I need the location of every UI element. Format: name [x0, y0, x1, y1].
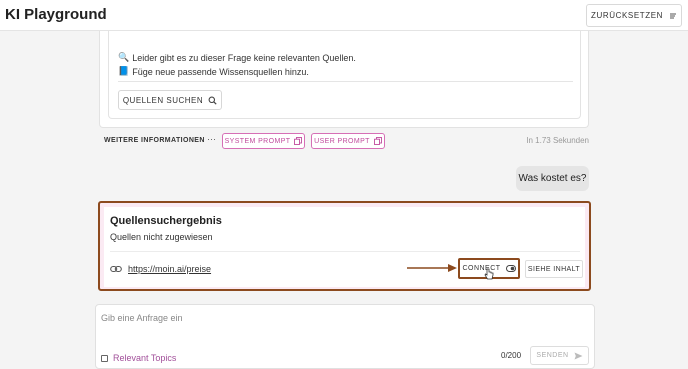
toggle-icon [505, 265, 516, 272]
magnifier-emoji-icon: 🔍 [118, 52, 130, 62]
user-prompt-label: USER PROMPT [314, 137, 370, 145]
answer-content-box: 🔍 Leider gibt es zu dieser Frage keine r… [108, 31, 581, 119]
message-composer[interactable]: Gib eine Anfrage ein Relevant Topics 0/2… [95, 304, 595, 369]
relevant-topics-label: Relevant Topics [113, 353, 177, 363]
source-result-subtitle: Quellen nicht zugewiesen [110, 232, 213, 242]
no-sources-text: Leider gibt es zu dieser Frage keine rel… [132, 52, 356, 63]
divider [118, 81, 573, 82]
reset-button[interactable]: ZURÜCKSETZEN [586, 4, 682, 27]
add-sources-text: Füge neue passende Wissensquellen hinzu. [132, 66, 309, 77]
connect-label: CONNECT [462, 265, 501, 272]
book-emoji-icon: 📘 [118, 66, 130, 76]
copy-icon [373, 137, 382, 145]
arrow-annotation-icon [407, 264, 457, 272]
source-result-content: Quellensuchergebnis Quellen nicht zugewi… [104, 207, 585, 287]
no-sources-message: 🔍 Leider gibt es zu dieser Frage keine r… [118, 52, 356, 63]
system-prompt-label: SYSTEM PROMPT [224, 137, 291, 145]
source-result-title: Quellensuchergebnis [110, 215, 222, 227]
source-result-card: Quellensuchergebnis Quellen nicht zugewi… [98, 201, 591, 291]
divider [110, 251, 580, 252]
source-link[interactable]: https://moin.ai/preise [128, 264, 211, 274]
relevant-topics-toggle[interactable]: Relevant Topics [101, 353, 176, 363]
link-icon [110, 265, 122, 273]
character-counter: 0/200 [501, 351, 522, 360]
response-time: In 1.73 Sekunden [526, 136, 589, 145]
user-message-bubble: Was kostet es? [516, 166, 589, 191]
more-dots-icon[interactable]: ··· [207, 134, 216, 144]
app-header: KI Playground ZURÜCKSETZEN [0, 0, 688, 31]
search-icon [208, 96, 217, 105]
filter-icon [670, 13, 677, 18]
search-sources-label: QUELLEN SUCHEN [122, 95, 204, 105]
send-icon [574, 352, 583, 359]
user-prompt-button[interactable]: USER PROMPT [311, 133, 385, 149]
copy-icon [294, 137, 303, 145]
view-content-button[interactable]: SIEHE INHALT [525, 260, 583, 278]
bot-answer-card: 🔍 Leider gibt es zu dieser Frage keine r… [99, 31, 589, 128]
source-link-row: https://moin.ai/preise [110, 264, 211, 274]
info-row: WEITERE INFORMATIONEN ··· SYSTEM PROMPT … [99, 132, 589, 150]
app-title: KI Playground [5, 6, 107, 23]
hand-cursor-icon [484, 268, 494, 280]
message-input-placeholder[interactable]: Gib eine Anfrage ein [101, 313, 183, 323]
more-info-label[interactable]: WEITERE INFORMATIONEN [104, 137, 205, 144]
relevant-topics-checkbox[interactable] [101, 354, 108, 362]
send-button[interactable]: SENDEN [530, 346, 589, 365]
system-prompt-button[interactable]: SYSTEM PROMPT [222, 133, 305, 149]
send-label: SENDEN [536, 352, 569, 359]
search-sources-button[interactable]: QUELLEN SUCHEN [118, 90, 222, 110]
reset-button-label: ZURÜCKSETZEN [590, 11, 664, 20]
add-sources-message: 📘 Füge neue passende Wissensquellen hinz… [118, 66, 309, 77]
